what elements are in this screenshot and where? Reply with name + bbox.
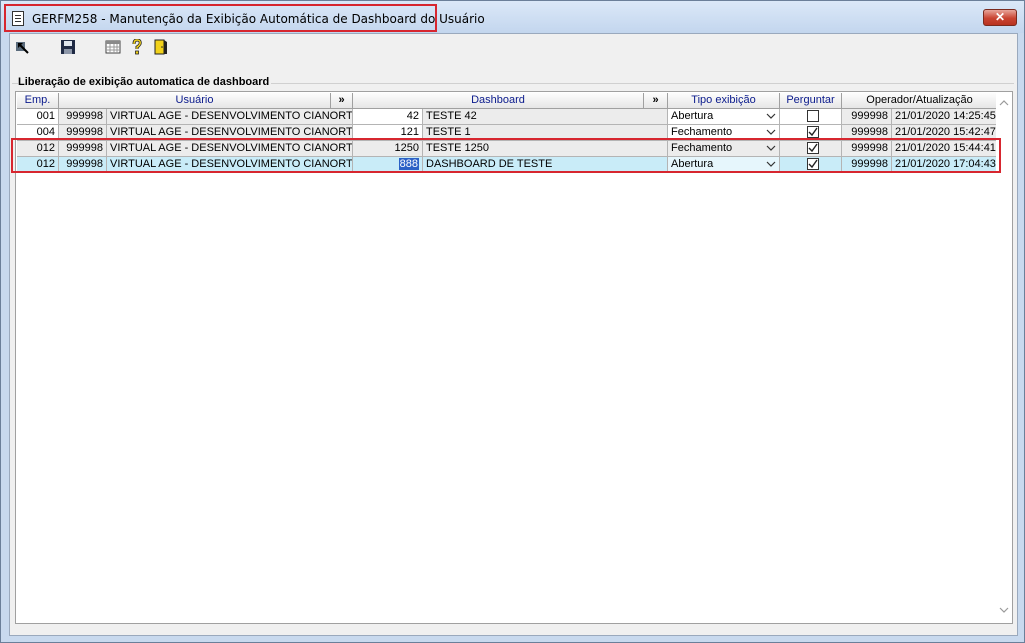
cell-user-code[interactable]: 999998 [59, 125, 107, 141]
close-button[interactable]: ✕ [983, 9, 1017, 26]
tipo-value: Fechamento [671, 142, 733, 154]
cell-user-code[interactable]: 999998 [59, 109, 107, 125]
cell-atualizacao: 21/01/2020 17:04:43 [892, 157, 998, 173]
cell-operador: 999998 [842, 109, 892, 125]
cell-operador: 999998 [842, 157, 892, 173]
cell-emp[interactable]: 004 [17, 125, 59, 141]
table-row[interactable]: 004 999998 VIRTUAL AGE - DESENVOLVIMENTO… [17, 125, 998, 141]
chevron-down-icon[interactable] [766, 111, 776, 121]
cell-user-code[interactable]: 999998 [59, 141, 107, 157]
cell-perguntar [780, 109, 842, 125]
navigate-icon[interactable] [14, 39, 30, 55]
col-header-emp[interactable]: Emp. [17, 93, 59, 109]
expand-dashboard-button[interactable]: » [644, 93, 668, 109]
chevron-down-icon[interactable] [766, 143, 776, 153]
cell-perguntar [780, 125, 842, 141]
calendar-grid-icon[interactable] [105, 39, 121, 55]
cell-tipo-select[interactable]: Fechamento [668, 141, 780, 157]
cell-dashboard-name: TESTE 42 [423, 109, 668, 125]
cell-tipo-select[interactable]: Fechamento [668, 125, 780, 141]
vertical-scrollbar[interactable] [996, 93, 1012, 622]
checkmark-icon [808, 159, 818, 169]
cell-operador: 999998 [842, 141, 892, 157]
cell-perguntar [780, 141, 842, 157]
cell-operador: 999998 [842, 125, 892, 141]
perguntar-checkbox[interactable] [807, 142, 819, 154]
scroll-up-icon[interactable] [999, 99, 1009, 107]
col-header-tipo[interactable]: Tipo exibição [668, 93, 780, 109]
save-icon[interactable] [60, 39, 76, 55]
cell-tipo-select[interactable]: Abertura [668, 157, 780, 173]
document-icon [12, 11, 24, 26]
toolbar [10, 34, 1017, 60]
help-icon[interactable] [129, 38, 145, 55]
dashboard-grid[interactable]: Emp. Usuário » Dashboard » Tipo exibição… [15, 91, 1013, 624]
cell-tipo-select[interactable]: Abertura [668, 109, 780, 125]
perguntar-checkbox[interactable] [807, 110, 819, 122]
cell-emp[interactable]: 012 [17, 141, 59, 157]
cell-dashboard-code[interactable]: 121 [353, 125, 423, 141]
main-window: GERFM258 - Manutenção da Exibição Automá… [0, 0, 1025, 643]
selected-text[interactable]: 888 [398, 158, 419, 170]
expand-usuario-button[interactable]: » [331, 93, 353, 109]
chevron-down-icon[interactable] [766, 159, 776, 169]
cell-dashboard-code[interactable]: 42 [353, 109, 423, 125]
group-title: Liberação de exibição automatica de dash… [18, 76, 272, 88]
cell-user-code[interactable]: 999998 [59, 157, 107, 173]
cell-atualizacao: 21/01/2020 15:42:47 [892, 125, 998, 141]
cell-dashboard-name: DASHBOARD DE TESTE [423, 157, 668, 173]
cell-perguntar [780, 157, 842, 173]
cell-emp[interactable]: 012 [17, 157, 59, 173]
scroll-down-icon[interactable] [999, 606, 1009, 614]
col-header-perguntar[interactable]: Perguntar [780, 93, 842, 109]
perguntar-checkbox[interactable] [807, 126, 819, 138]
window-title: GERFM258 - Manutenção da Exibição Automá… [32, 12, 485, 26]
cell-dashboard-name: TESTE 1 [423, 125, 668, 141]
col-header-usuario[interactable]: Usuário [59, 93, 331, 109]
table-row[interactable]: 001 999998 VIRTUAL AGE - DESENVOLVIMENTO… [17, 109, 998, 125]
cell-user-name: VIRTUAL AGE - DESENVOLVIMENTO CIANORTE [107, 157, 353, 173]
checkmark-icon [808, 127, 818, 137]
close-icon: ✕ [994, 10, 1006, 24]
title-highlight-box: GERFM258 - Manutenção da Exibição Automá… [4, 4, 485, 32]
col-header-operador[interactable]: Operador/Atualização [842, 93, 998, 109]
cell-user-name: VIRTUAL AGE - DESENVOLVIMENTO CIANORTE [107, 109, 353, 125]
cell-dashboard-code[interactable]: 1250 [353, 141, 423, 157]
cell-atualizacao: 21/01/2020 14:25:45 [892, 109, 998, 125]
tipo-value: Abertura [671, 158, 714, 170]
checkmark-icon [808, 143, 818, 153]
cell-user-name: VIRTUAL AGE - DESENVOLVIMENTO CIANORTE [107, 125, 353, 141]
cell-dashboard-name: TESTE 1250 [423, 141, 668, 157]
perguntar-checkbox[interactable] [807, 158, 819, 170]
grid-header: Emp. Usuário » Dashboard » Tipo exibição… [17, 93, 998, 109]
cell-emp[interactable]: 001 [17, 109, 59, 125]
exit-door-icon[interactable] [153, 39, 169, 55]
col-header-dashboard[interactable]: Dashboard [353, 93, 644, 109]
tipo-value: Abertura [671, 110, 714, 122]
cell-user-name: VIRTUAL AGE - DESENVOLVIMENTO CIANORTE [107, 141, 353, 157]
chevron-down-icon[interactable] [766, 127, 776, 137]
cell-atualizacao: 21/01/2020 15:44:41 [892, 141, 998, 157]
table-row-selected[interactable]: 012 999998 VIRTUAL AGE - DESENVOLVIMENTO… [17, 157, 998, 173]
client-area: Liberação de exibição automatica de dash… [9, 33, 1018, 636]
table-row[interactable]: 012 999998 VIRTUAL AGE - DESENVOLVIMENTO… [17, 141, 998, 157]
cell-dashboard-code-editing[interactable]: 888 [353, 157, 423, 173]
title-bar[interactable]: GERFM258 - Manutenção da Exibição Automá… [1, 1, 1024, 33]
tipo-value: Fechamento [671, 126, 733, 138]
